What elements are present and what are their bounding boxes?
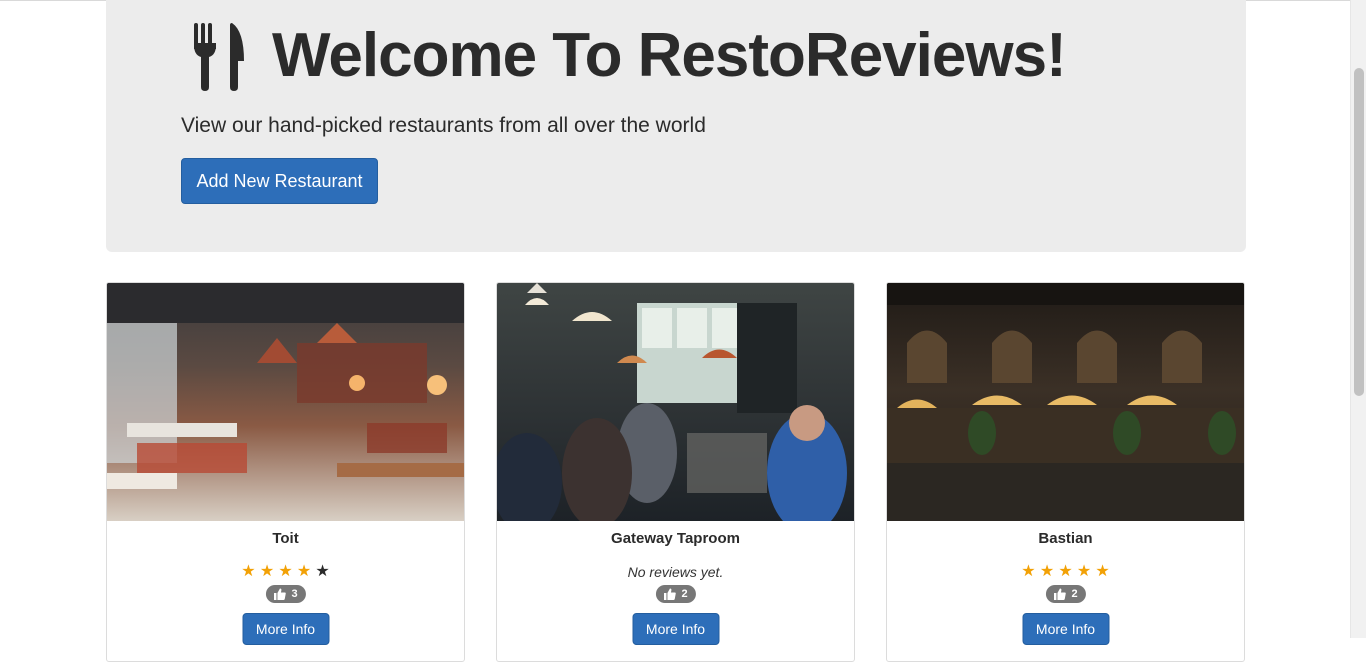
- thumbs-up-icon: [1053, 588, 1066, 600]
- night-terrace-photo: [887, 283, 1244, 521]
- star-filled-icon: ★: [1039, 563, 1055, 580]
- thumbs-up-icon: [663, 588, 676, 600]
- thumbs-up-icon: [273, 588, 286, 600]
- likes-count: 3: [291, 588, 298, 600]
- more-info-button[interactable]: More Info: [632, 613, 719, 645]
- likes-count: 2: [681, 588, 688, 600]
- more-info-button[interactable]: More Info: [242, 613, 329, 645]
- restaurant-name: Gateway Taproom: [611, 530, 740, 547]
- rating-stars: ★ ★ ★ ★ ★: [107, 563, 464, 581]
- no-reviews-text: No reviews yet.: [627, 564, 724, 580]
- restaurant-name: Toit: [272, 530, 299, 547]
- star-filled-icon: ★: [296, 563, 312, 580]
- star-filled-icon: ★: [1095, 563, 1110, 580]
- star-filled-icon: ★: [1076, 563, 1092, 580]
- more-info-button[interactable]: More Info: [1022, 613, 1109, 645]
- likes-badge: 2: [655, 585, 696, 603]
- star-filled-icon: ★: [259, 563, 275, 580]
- restaurant-interior-photo: [107, 283, 464, 521]
- restaurant-card: Bastian ★ ★ ★ ★ ★ 2 More Info: [886, 282, 1245, 662]
- hero-subtitle: View our hand-picked restaurants from al…: [181, 114, 706, 137]
- likes-badge: 3: [265, 585, 306, 603]
- taproom-crowd-photo: [497, 283, 854, 521]
- star-filled-icon: ★: [1021, 563, 1036, 580]
- star-empty-icon: ★: [315, 563, 330, 580]
- star-filled-icon: ★: [1058, 563, 1073, 580]
- hero-banner: Welcome To RestoReviews! View our hand-p…: [106, 0, 1246, 252]
- restaurant-card: Toit ★ ★ ★ ★ ★ 3 More Info: [106, 282, 465, 662]
- restaurant-card: Gateway Taproom No reviews yet. 2 More I…: [496, 282, 855, 662]
- star-filled-icon: ★: [241, 563, 256, 580]
- add-restaurant-button[interactable]: Add New Restaurant: [181, 158, 378, 204]
- page-scrollbar[interactable]: [1350, 0, 1366, 638]
- likes-count: 2: [1071, 588, 1078, 600]
- page-title: Welcome To RestoReviews!: [272, 21, 1067, 90]
- scrollbar-thumb[interactable]: [1354, 68, 1364, 396]
- restaurant-name: Bastian: [1038, 530, 1093, 547]
- hero-title-row: Welcome To RestoReviews!: [190, 18, 1067, 94]
- utensils-icon: [194, 23, 244, 91]
- likes-badge: 2: [1045, 585, 1086, 603]
- rating-stars: No reviews yet.: [497, 563, 854, 581]
- star-filled-icon: ★: [278, 563, 293, 580]
- rating-stars: ★ ★ ★ ★ ★: [887, 563, 1244, 581]
